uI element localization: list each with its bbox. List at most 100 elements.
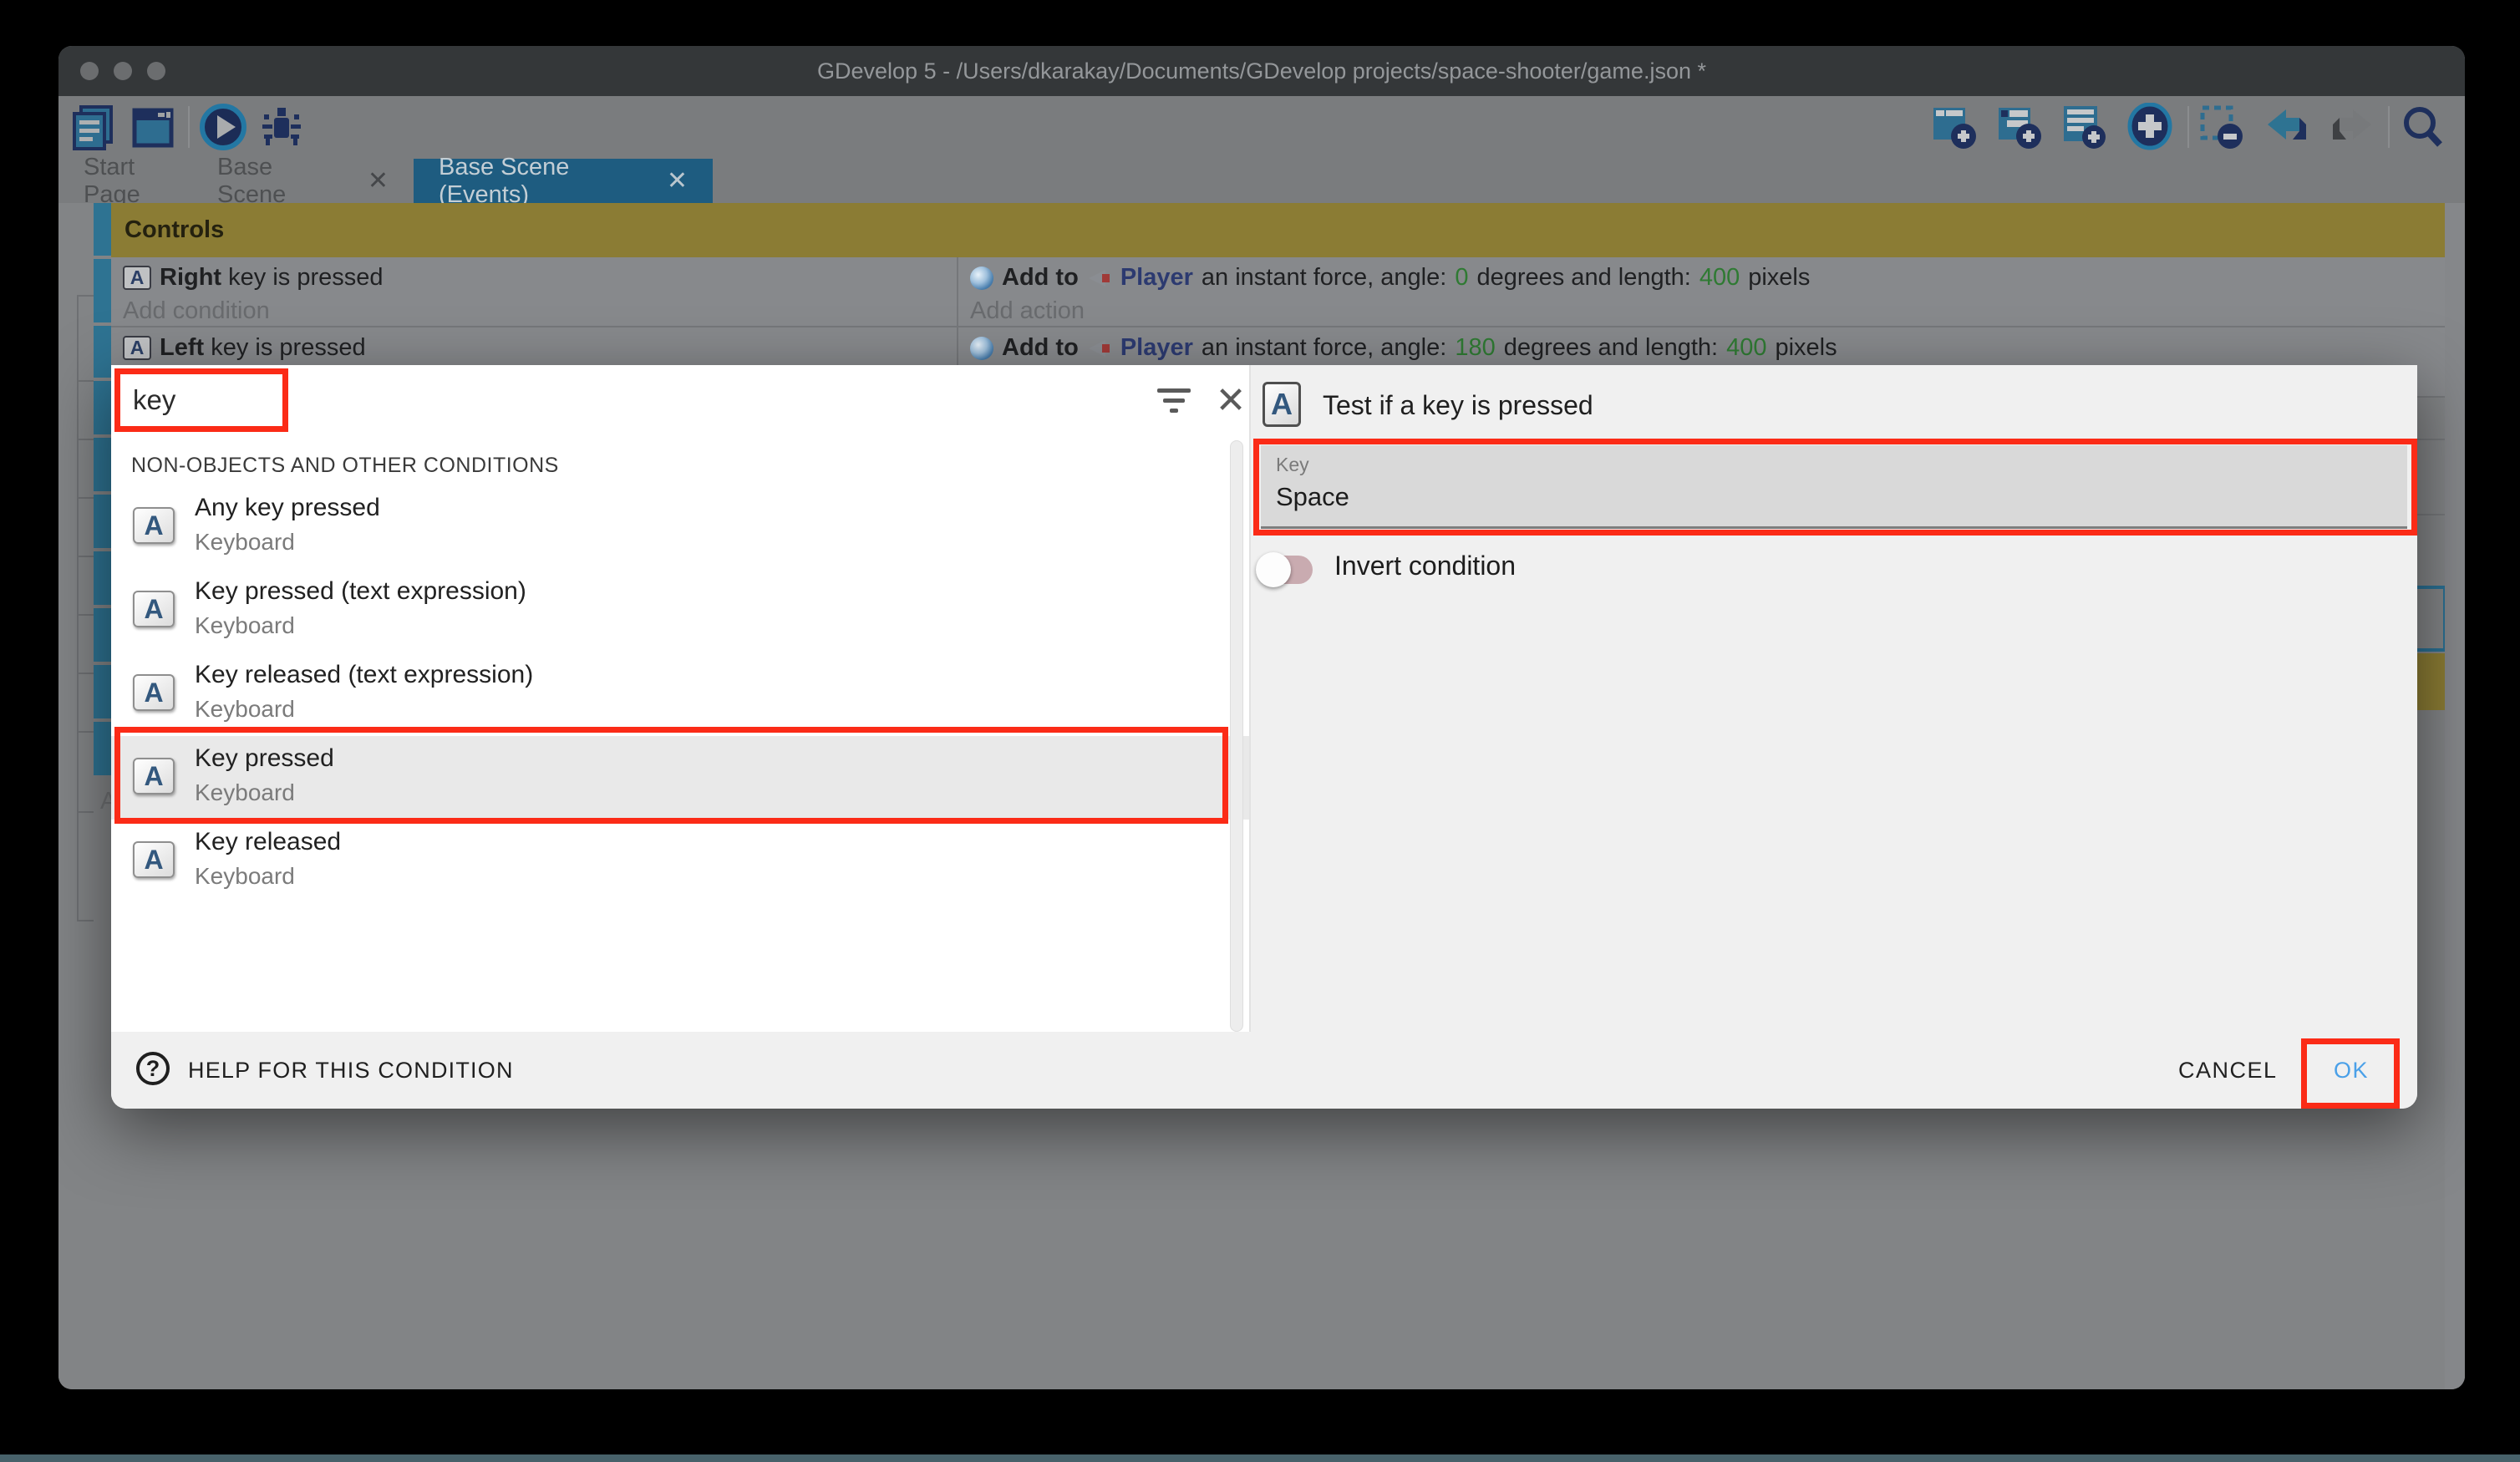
tree-guide-tick [77, 673, 94, 674]
toolbar-divider [2187, 106, 2189, 148]
tree-guide-tick [77, 497, 94, 499]
event-drag-handle[interactable] [94, 259, 111, 322]
condition-list-item-selected[interactable]: A Key pressed Keyboard [111, 736, 1249, 820]
redo-button[interactable] [2328, 103, 2376, 151]
search-events-button[interactable] [2398, 103, 2446, 151]
tree-guide-tick [77, 811, 94, 813]
add-comment-icon [2060, 103, 2109, 151]
choose-condition-dialog: key ✕ NON-OBJECTS AND OTHER CONDITIONS A… [111, 365, 2417, 1109]
undo-icon [2263, 103, 2311, 151]
tab-label: Start Page [84, 154, 167, 209]
event-drag-handle[interactable] [94, 438, 111, 491]
force-icon [970, 337, 993, 360]
condition-list-item[interactable]: A Key released (text expression) Keyboar… [111, 652, 1249, 736]
add-circle-icon [2126, 103, 2174, 151]
keyboard-icon: A [123, 266, 151, 290]
tree-guide-tick [77, 920, 94, 921]
tree-guide-tick [77, 295, 94, 297]
scene-editor-button[interactable] [129, 103, 177, 151]
debugger-button[interactable] [257, 103, 306, 151]
add-event-button[interactable] [1930, 103, 1979, 151]
condition-search-bar[interactable]: key ✕ [111, 365, 1249, 435]
event-drag-handle[interactable] [94, 722, 111, 775]
tree-guide-line [77, 295, 79, 921]
desktop-edge-strip [0, 1454, 2520, 1462]
tab-start-page[interactable]: Start Page [58, 159, 192, 203]
event-group-header[interactable]: Controls [111, 203, 2465, 257]
debug-bug-icon [257, 103, 306, 151]
key-field-value: Space [1276, 482, 1349, 512]
condition-list-item[interactable]: A Key pressed (text expression) Keyboard [111, 569, 1249, 652]
force-icon [970, 267, 993, 290]
keyboard-icon: A [133, 758, 175, 794]
player-object-icon [1087, 338, 1112, 359]
tree-guide-tick [77, 439, 94, 440]
undo-button[interactable] [2263, 103, 2311, 151]
help-icon[interactable]: ? [136, 1052, 170, 1085]
project-manager-button[interactable] [69, 103, 117, 151]
add-comment-button[interactable] [2060, 103, 2109, 151]
play-icon [199, 103, 247, 151]
key-parameter-field[interactable]: Key Space [1261, 445, 2407, 529]
dialog-footer: ? HELP FOR THIS CONDITION CANCEL OK [111, 1032, 2417, 1109]
tab-base-scene[interactable]: Base Scene ✕ [192, 159, 414, 203]
tab-base-scene-events[interactable]: Base Scene (Events) ✕ [414, 159, 713, 203]
window-title: GDevelop 5 - /Users/dkarakay/Documents/G… [58, 46, 2465, 96]
tree-guide-tick [77, 556, 94, 557]
delete-selection-icon [2197, 103, 2246, 151]
conditions-list-panel: NON-OBJECTS AND OTHER CONDITIONS A Any k… [111, 435, 1249, 1032]
delete-selection-button[interactable] [2197, 103, 2246, 151]
filter-icon[interactable] [1157, 388, 1191, 414]
add-condition-link[interactable]: Add condition [123, 297, 270, 325]
actions-cell[interactable]: Add to Player an instant force, angle: 0… [958, 257, 2465, 326]
event-drag-handle[interactable] [94, 203, 111, 256]
invert-condition-toggle[interactable] [1261, 556, 1313, 584]
keyboard-icon: A [123, 336, 151, 360]
cancel-button[interactable]: CANCEL [2162, 1032, 2294, 1109]
tree-guide-tick [77, 731, 94, 733]
close-dialog-icon[interactable]: ✕ [1207, 377, 1254, 424]
event-drag-handle[interactable] [94, 326, 111, 378]
condition-list-item[interactable]: A Key released Keyboard [111, 820, 1249, 903]
condition-list-item[interactable]: A Any key pressed Keyboard [111, 485, 1249, 569]
tree-guide-tick [77, 380, 94, 382]
toggle-knob [1256, 552, 1291, 587]
tab-close-icon[interactable]: ✕ [368, 166, 389, 195]
keyboard-icon: A [133, 507, 175, 544]
conditions-cell[interactable]: A Right key is pressed Add condition [111, 257, 958, 326]
list-scrollbar[interactable] [1230, 440, 1243, 1032]
tree-guide-tick [77, 614, 94, 616]
keyboard-icon: A [133, 591, 175, 627]
add-action-link[interactable]: Add action [970, 297, 1085, 325]
key-field-label: Key [1276, 454, 1309, 476]
title-bar: GDevelop 5 - /Users/dkarakay/Documents/G… [58, 46, 2465, 96]
project-manager-icon [69, 104, 116, 150]
keyboard-icon: A [133, 841, 175, 878]
tab-label: Base Scene (Events) [439, 154, 645, 209]
choose-add-event-button[interactable] [2126, 103, 2174, 151]
list-section-header: NON-OBJECTS AND OTHER CONDITIONS [131, 454, 559, 478]
keyboard-icon: A [1263, 382, 1301, 427]
event-drag-handle[interactable] [94, 608, 111, 662]
preview-play-button[interactable] [199, 103, 247, 151]
toolbar-divider [2388, 106, 2390, 148]
tab-close-icon[interactable]: ✕ [667, 166, 688, 195]
help-link[interactable]: HELP FOR THIS CONDITION [188, 1032, 514, 1109]
keyboard-icon: A [133, 674, 175, 711]
editor-tab-bar: Start Page Base Scene ✕ Base Scene (Even… [58, 159, 2465, 203]
search-icon [2398, 103, 2446, 151]
event-drag-handle[interactable] [94, 551, 111, 605]
event-drag-handle[interactable] [94, 495, 111, 548]
event-drag-handle[interactable] [94, 381, 111, 434]
condition-editor-panel: A Test if a key is pressed Key Space Inv… [1251, 365, 2417, 1032]
scene-editor-icon [130, 104, 176, 150]
event-row: A Right key is pressed Add condition Add… [111, 257, 2465, 327]
add-subevent-button[interactable] [1995, 103, 2044, 151]
events-scroll-gutter[interactable] [2445, 203, 2465, 1389]
search-input[interactable]: key [133, 365, 175, 435]
redo-icon [2328, 103, 2376, 151]
event-drag-handle[interactable] [94, 665, 111, 718]
toolbar-divider [188, 106, 190, 148]
ok-button[interactable]: OK [2317, 1032, 2385, 1109]
add-event-icon [1930, 103, 1979, 151]
